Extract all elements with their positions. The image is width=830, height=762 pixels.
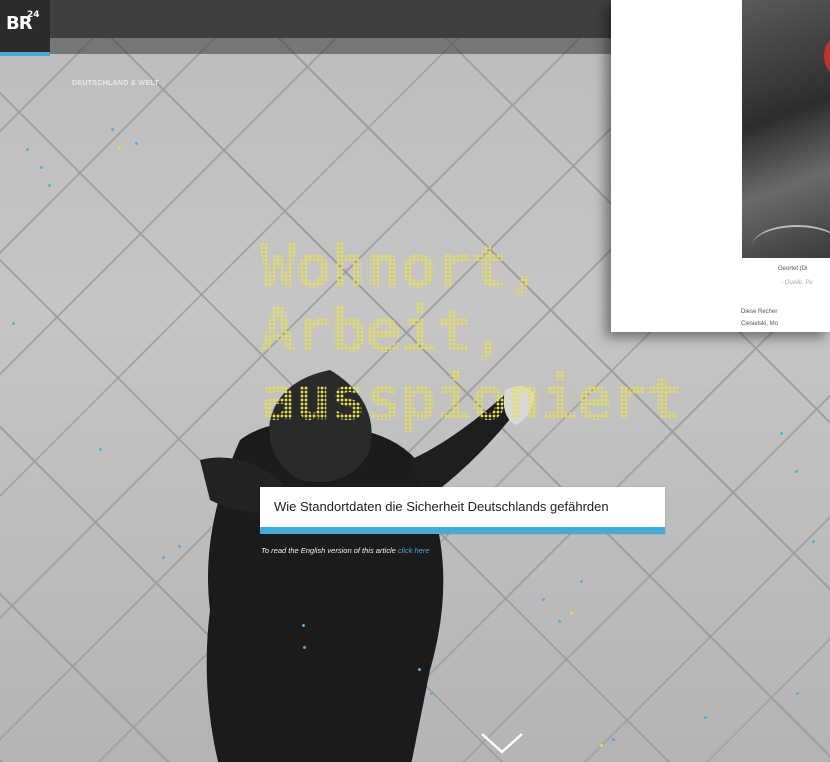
article-preview-overlay[interactable]: Geortet (Di - Quelle: Pu Diese Recher Ci… bbox=[611, 0, 830, 332]
breadcrumb[interactable]: DEUTSCHLAND & WELT bbox=[72, 80, 159, 87]
photo-caption: Geortet (Di bbox=[778, 266, 808, 272]
br24-logo[interactable]: BR 24 bbox=[0, 0, 50, 52]
headline-line-3: ausspioniert bbox=[260, 364, 682, 434]
article-paragraph-line-1: Diese Recher bbox=[741, 309, 778, 315]
subtitle-box: Wie Standortdaten die Sicherheit Deutsch… bbox=[260, 487, 665, 534]
article-paragraph-line-2: Ciesielski, Mo bbox=[741, 321, 779, 327]
photo-car-outline bbox=[752, 225, 830, 258]
article-photo bbox=[742, 0, 830, 258]
english-version-link[interactable]: click here bbox=[398, 546, 430, 555]
photo-red-element bbox=[824, 38, 830, 74]
headline-line-1: Wohnort, bbox=[260, 232, 542, 302]
headline-line-2: Arbeit, bbox=[260, 296, 507, 366]
logo-accent-bar bbox=[0, 52, 50, 56]
subtitle-text: Wie Standortdaten die Sicherheit Deutsch… bbox=[274, 499, 609, 514]
english-note-text: To read the English version of this arti… bbox=[261, 546, 396, 555]
english-version-note: To read the English version of this arti… bbox=[261, 546, 430, 555]
photo-source: - Quelle: Pu bbox=[781, 280, 813, 286]
chevron-down-icon[interactable] bbox=[480, 730, 524, 756]
logo-superscript: 24 bbox=[27, 10, 40, 20]
